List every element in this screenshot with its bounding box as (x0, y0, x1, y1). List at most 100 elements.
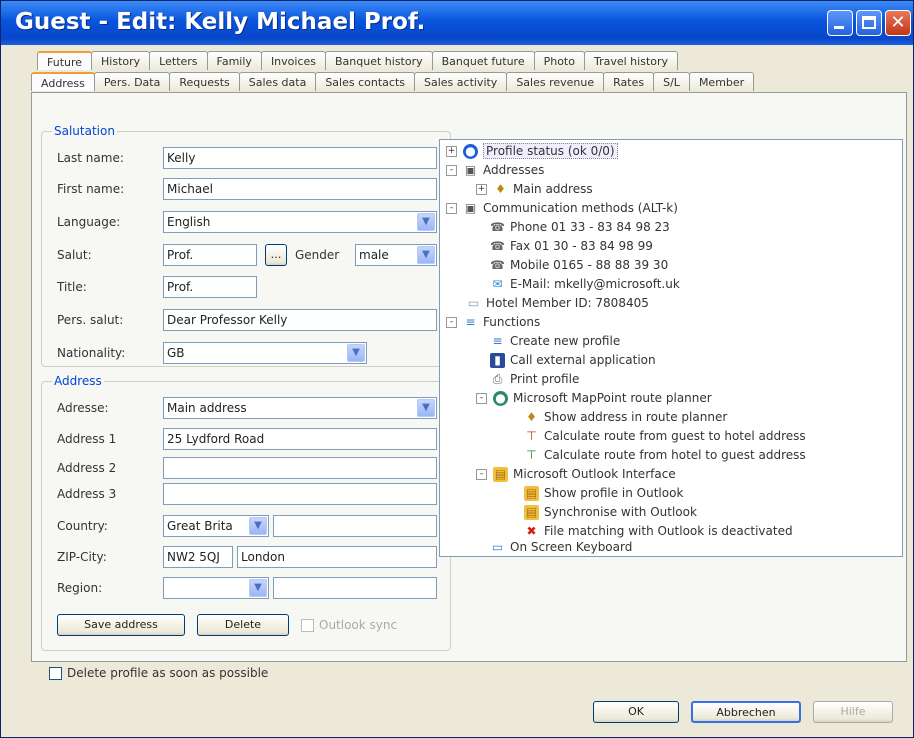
collapse-icon[interactable]: - (446, 203, 457, 214)
chevron-down-icon[interactable]: ▼ (347, 344, 365, 362)
tab-future[interactable]: Future (37, 51, 93, 70)
title-bar[interactable]: Guest - Edit: Kelly Michael Prof. ✕ (1, 1, 913, 45)
salut-browse-button[interactable]: … (265, 244, 287, 266)
tree-node[interactable]: + ♦ Main address (476, 180, 593, 198)
country-value: Great Brita (167, 519, 233, 533)
tab-history[interactable]: History (91, 51, 151, 70)
minimize-button[interactable] (827, 10, 853, 36)
tree-node[interactable]: - ≡ Functions (446, 313, 540, 331)
chevron-down-icon[interactable]: ▼ (249, 517, 267, 535)
tree-node[interactable]: - ▣ Communication methods (ALT-k) (446, 199, 678, 217)
tab-family[interactable]: Family (206, 51, 262, 70)
tab-letters[interactable]: Letters (149, 51, 208, 70)
tab-sales-activity[interactable]: Sales activity (414, 72, 508, 91)
ok-button[interactable]: OK (593, 701, 679, 723)
collapse-icon[interactable]: - (446, 165, 457, 176)
delete-address-button[interactable]: Delete (197, 614, 289, 636)
delete-profile-checkbox[interactable] (49, 667, 62, 680)
gender-select[interactable]: male ▼ (355, 244, 437, 266)
tree-node[interactable]: + ● Profile status (ok 0/0) (446, 142, 618, 160)
region-name-field[interactable] (273, 577, 437, 599)
tree-node[interactable]: - ● Microsoft MapPoint route planner (476, 389, 712, 407)
region-select[interactable]: ▼ (163, 577, 269, 599)
tree-node[interactable]: ≡ Create new profile (490, 332, 620, 350)
outlook-folder-icon: ▤ (493, 467, 508, 482)
salutation-legend: Salutation (52, 124, 117, 138)
tree-node[interactable]: ▭ On Screen Keyboard (490, 538, 633, 556)
salut-field[interactable]: Prof. (163, 244, 257, 266)
tab-banquet-future[interactable]: Banquet future (431, 51, 535, 70)
tree-node[interactable]: ⎙ Print profile (490, 370, 580, 388)
maximize-button[interactable] (856, 10, 882, 36)
tab-invoices[interactable]: Invoices (260, 51, 326, 70)
tree-node[interactable]: ⊤ Calculate route from hotel to guest add… (524, 446, 805, 464)
last-name-field[interactable]: Kelly (163, 147, 437, 169)
tab-pers-data[interactable]: Pers. Data (93, 72, 171, 91)
tab-requests[interactable]: Requests (169, 72, 240, 91)
chevron-down-icon[interactable]: ▼ (417, 213, 435, 231)
tree-node[interactable]: ▭ Hotel Member ID: 7808405 (466, 294, 649, 312)
collapse-icon[interactable]: - (476, 469, 487, 480)
tree-node[interactable]: ▤ Show profile in Outlook (524, 484, 683, 502)
tree-node[interactable]: ♦ Show address in route planner (524, 408, 727, 426)
phone-icon: ☎ (490, 220, 505, 234)
expand-icon[interactable]: + (476, 184, 487, 195)
address-3-field[interactable] (163, 483, 437, 505)
tree-node-label: Phone 01 33 - 83 84 98 23 (510, 220, 670, 234)
tree-node[interactable]: ▮ Call external application (490, 351, 656, 369)
nationality-select[interactable]: GB ▼ (163, 342, 367, 364)
address-type-label: Adresse: (57, 401, 109, 415)
outlook-sync-checkbox[interactable] (301, 619, 314, 632)
chevron-down-icon[interactable]: ▼ (417, 246, 435, 264)
country-name-field[interactable] (273, 515, 437, 537)
collapse-icon[interactable]: - (446, 317, 457, 328)
first-name-field[interactable]: Michael (163, 178, 437, 200)
expand-icon[interactable]: + (446, 146, 457, 157)
tab-travel-history[interactable]: Travel history (583, 51, 679, 70)
tab-sales-data[interactable]: Sales data (238, 72, 317, 91)
address-2-field[interactable] (163, 457, 437, 479)
gender-label: Gender (295, 248, 340, 262)
help-button[interactable]: Hilfe (813, 701, 893, 723)
chevron-down-icon[interactable]: ▼ (249, 579, 267, 597)
address-1-label: Address 1 (57, 432, 117, 446)
tree-node[interactable]: ☎ Mobile 0165 - 88 88 39 30 (490, 256, 668, 274)
tree-node[interactable]: ⊤ Calculate route from guest to hotel add… (524, 427, 805, 445)
country-select[interactable]: Great Brita ▼ (163, 515, 269, 537)
cancel-button[interactable]: Abbrechen (691, 701, 801, 723)
delete-profile-label: Delete profile as soon as possible (67, 666, 269, 680)
close-button[interactable]: ✕ (885, 10, 911, 36)
tree-node-label: Mobile 0165 - 88 88 39 30 (510, 258, 669, 272)
tree-node[interactable]: ☎ Fax 01 30 - 83 84 98 99 (490, 237, 653, 255)
tab-sl[interactable]: S/L (653, 72, 690, 91)
zip-field[interactable]: NW2 5QJ (163, 546, 233, 568)
globe-icon: ● (463, 144, 478, 159)
tab-address[interactable]: Address (31, 72, 95, 91)
tab-photo[interactable]: Photo (533, 51, 585, 70)
tree-node-label: On Screen Keyboard (510, 540, 633, 554)
tab-sales-revenue[interactable]: Sales revenue (506, 72, 605, 91)
tree-node-label: Functions (483, 315, 541, 329)
tree-node[interactable]: ▤ Synchronise with Outlook (524, 503, 697, 521)
tab-member[interactable]: Member (688, 72, 755, 91)
address-1-field[interactable]: 25 Lydford Road (163, 428, 437, 450)
tab-sales-contacts[interactable]: Sales contacts (315, 72, 415, 91)
pers-salut-field[interactable]: Dear Professor Kelly (163, 309, 437, 331)
address-type-select[interactable]: Main address ▼ (163, 397, 437, 419)
tab-rates[interactable]: Rates (603, 72, 655, 91)
save-address-button[interactable]: Save address (57, 614, 185, 636)
chevron-down-icon[interactable]: ▼ (417, 399, 435, 417)
tree-node[interactable]: - ▣ Addresses (446, 161, 544, 179)
gender-value: male (359, 248, 389, 262)
language-select[interactable]: English ▼ (163, 211, 437, 233)
title-field[interactable]: Prof. (163, 276, 257, 298)
city-field[interactable]: London (237, 546, 437, 568)
tree-node[interactable]: - ▤ Microsoft Outlook Interface (476, 465, 676, 483)
tab-banquet-history[interactable]: Banquet history (325, 51, 433, 70)
profile-tree[interactable]: + ● Profile status (ok 0/0) - ▣ Addresses + ♦… (439, 139, 903, 557)
tab-row-2: Address Pers. Data Requests Sales data S… (31, 72, 755, 92)
tree-node[interactable]: ✉ E-Mail: mkelly@microsoft.uk (490, 275, 679, 293)
collapse-icon[interactable]: - (476, 393, 487, 404)
tree-node[interactable]: ☎ Phone 01 33 - 83 84 98 23 (490, 218, 670, 236)
language-label: Language: (57, 215, 121, 229)
